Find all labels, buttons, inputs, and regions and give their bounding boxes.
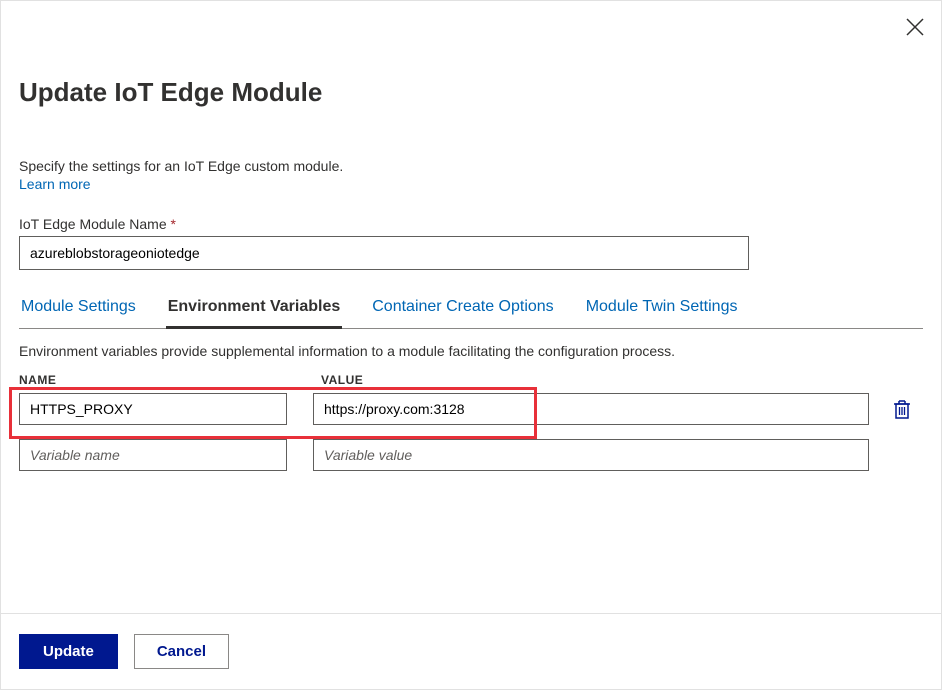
tabs: Module Settings Environment Variables Co… [19,292,923,329]
page-title: Update IoT Edge Module [19,77,923,108]
close-button[interactable] [903,15,927,39]
cancel-button[interactable]: Cancel [134,634,229,669]
tab-environment-variables[interactable]: Environment Variables [166,292,343,329]
tab-container-create-options[interactable]: Container Create Options [370,292,555,329]
trash-icon [893,399,911,419]
env-row-new [19,439,923,471]
page-subtitle: Specify the settings for an IoT Edge cus… [19,158,923,174]
env-row [19,393,923,425]
env-description: Environment variables provide supplement… [19,343,923,359]
module-name-label: IoT Edge Module Name * [19,216,923,232]
env-value-input[interactable] [313,393,869,425]
env-value-input-new[interactable] [313,439,869,471]
required-indicator: * [171,216,176,232]
tab-module-settings[interactable]: Module Settings [19,292,138,329]
delete-row-button[interactable] [893,399,911,419]
learn-more-link[interactable]: Learn more [19,176,91,192]
module-name-input[interactable] [19,236,749,270]
close-icon [906,18,924,36]
env-name-header: NAME [19,373,321,387]
update-button[interactable]: Update [19,634,118,669]
tab-module-twin-settings[interactable]: Module Twin Settings [584,292,740,329]
env-name-input-new[interactable] [19,439,287,471]
env-name-input[interactable] [19,393,287,425]
env-value-header: VALUE [321,373,363,387]
footer: Update Cancel [1,613,941,689]
